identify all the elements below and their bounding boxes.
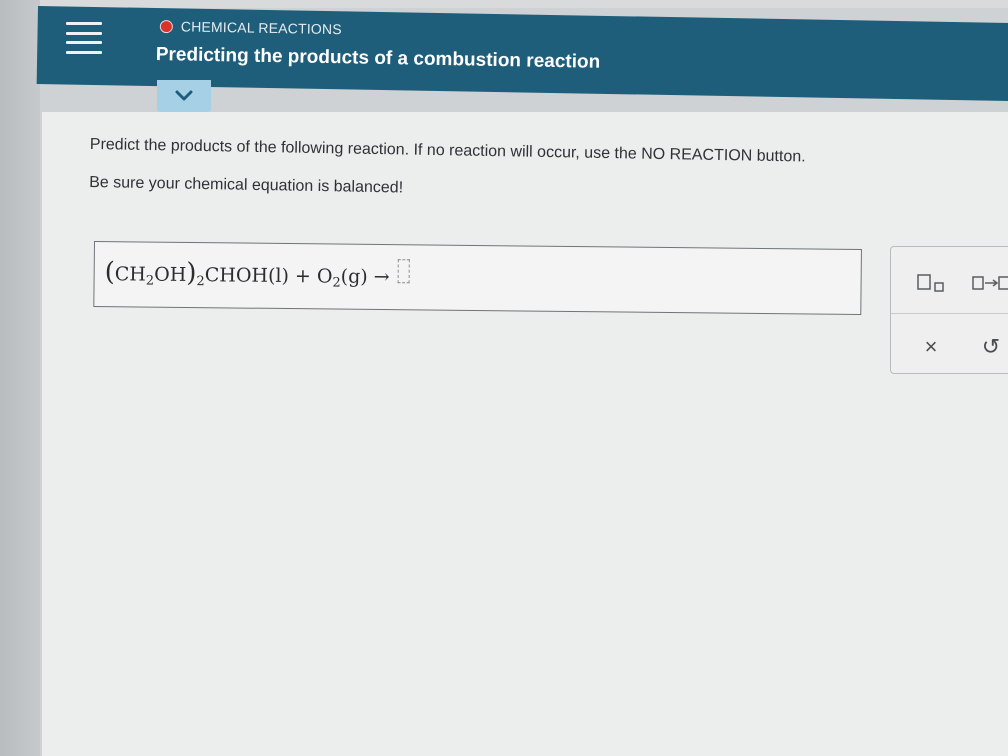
eq-arrow: →	[373, 265, 390, 289]
product-input-slot[interactable]	[397, 259, 410, 284]
eq-choh: CHOH	[204, 264, 269, 287]
reaction-arrow-button[interactable]	[971, 269, 1008, 297]
topic-status-dot	[159, 19, 173, 33]
equation-answer-box[interactable]: ( CH 2 OH ) 2 CHOH (l) + O 2 (g) →	[93, 241, 862, 316]
eq-oxygen: O	[316, 265, 333, 288]
topic-label: CHEMICAL REACTIONS	[180, 18, 342, 38]
subscript-button[interactable]	[911, 269, 951, 297]
eq-ch: CH	[114, 263, 147, 286]
reaction-arrow-icon	[972, 276, 1008, 290]
instruction-line-2: Be sure your chemical equation is balanc…	[89, 173, 404, 197]
expand-button[interactable]	[157, 80, 211, 112]
undo-icon[interactable]: ↺	[975, 331, 1007, 363]
menu-icon[interactable]	[66, 20, 102, 56]
left-gutter	[0, 0, 40, 756]
eq-subscript: 2	[332, 275, 341, 291]
topic-row: CHEMICAL REACTIONS	[159, 18, 342, 38]
eq-state-liquid: (l)	[267, 264, 290, 288]
eq-subscript: 2	[145, 273, 155, 289]
open-paren: (	[104, 257, 115, 288]
eq-oh: OH	[154, 263, 187, 286]
toolbox-divider	[891, 313, 1008, 314]
instructions: Predict the products of the following re…	[89, 136, 990, 228]
equation-toolbox: × ↺	[890, 246, 1008, 374]
eq-state-gas: (g)	[340, 265, 368, 288]
close-icon[interactable]: ×	[915, 331, 947, 363]
top-strip	[0, 0, 1008, 8]
chevron-down-icon	[175, 90, 193, 101]
eq-plus: +	[294, 265, 311, 288]
subscript-icon	[917, 274, 944, 292]
chemical-equation: ( CH 2 OH ) 2 CHOH (l) + O 2 (g) →	[104, 256, 410, 291]
eq-subscript: 2	[196, 274, 205, 290]
close-paren: )	[186, 257, 197, 289]
